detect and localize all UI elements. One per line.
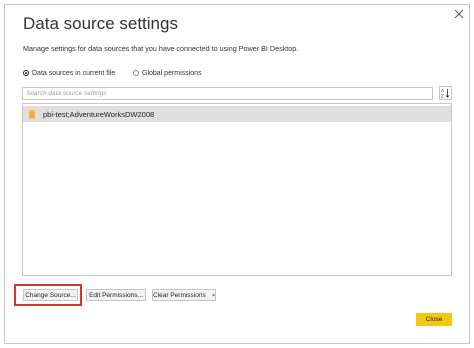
chevron-down-icon bbox=[211, 294, 215, 296]
radio-selected-icon[interactable] bbox=[23, 70, 29, 76]
sort-az-button[interactable]: A Z bbox=[439, 86, 452, 100]
data-source-list[interactable]: pbi-test;AdventureWorksDW2008 bbox=[22, 103, 452, 276]
change-source-button[interactable]: Change Source... bbox=[23, 289, 78, 301]
radio-current-file[interactable]: Data sources in current file bbox=[23, 68, 115, 78]
dialog-title: Data source settings bbox=[23, 14, 178, 33]
radio-global-permissions-label: Global permissions bbox=[142, 69, 202, 77]
search-input[interactable] bbox=[22, 87, 433, 100]
close-icon[interactable] bbox=[453, 8, 465, 20]
dialog-description: Manage settings for data sources that yo… bbox=[23, 44, 299, 53]
close-button[interactable]: Close bbox=[416, 313, 452, 326]
radio-unselected-icon[interactable] bbox=[133, 70, 139, 76]
edit-permissions-button[interactable]: Edit Permissions... bbox=[86, 289, 146, 301]
svg-text:Z: Z bbox=[441, 93, 444, 98]
radio-current-file-label: Data sources in current file bbox=[32, 69, 116, 77]
clear-permissions-label: Clear Permissions bbox=[153, 291, 206, 299]
database-icon bbox=[29, 109, 35, 118]
clear-permissions-button[interactable]: Clear Permissions bbox=[152, 289, 216, 301]
data-source-label: pbi-test;AdventureWorksDW2008 bbox=[43, 109, 155, 119]
sort-az-icon: A Z bbox=[441, 88, 450, 98]
data-source-item[interactable]: pbi-test;AdventureWorksDW2008 bbox=[23, 106, 451, 122]
radio-global-permissions[interactable]: Global permissions bbox=[133, 68, 202, 78]
